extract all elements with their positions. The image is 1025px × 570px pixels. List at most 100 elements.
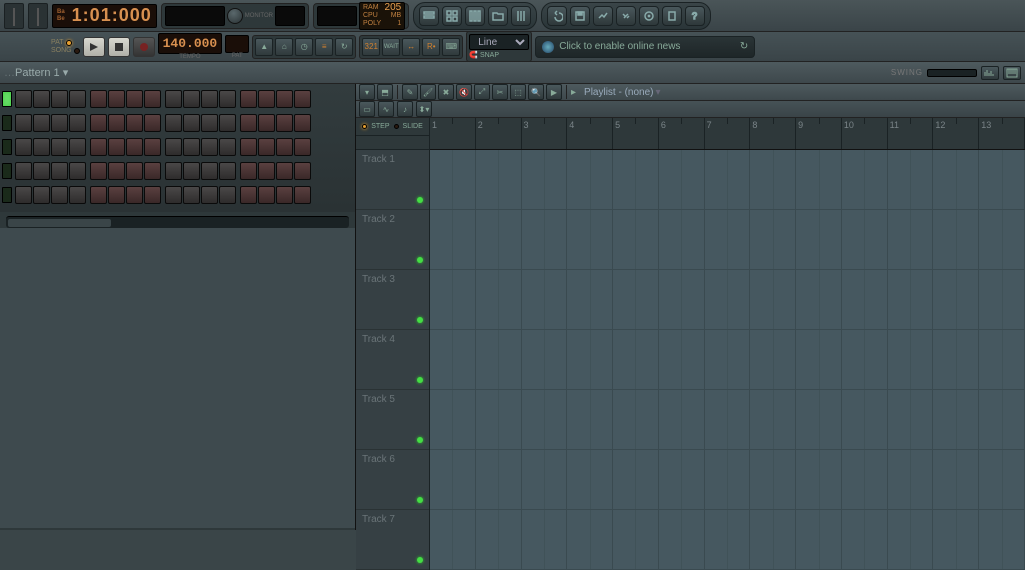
step-button[interactable] — [69, 138, 86, 156]
step-button[interactable] — [294, 114, 311, 132]
bar-marker[interactable]: 2 — [476, 118, 522, 149]
draw-tool[interactable]: ✎ — [402, 84, 418, 100]
bar-marker[interactable]: 13 — [979, 118, 1025, 149]
delete-tool[interactable]: ✖ — [438, 84, 454, 100]
bar-marker[interactable]: 6 — [659, 118, 705, 149]
slip-tool[interactable]: ⤢ — [474, 84, 490, 100]
track-header[interactable]: Track 3 — [356, 270, 429, 330]
step-button[interactable] — [126, 186, 143, 204]
track-header[interactable]: Track 6 — [356, 450, 429, 510]
seq-scrollbar[interactable] — [6, 216, 349, 228]
step-button[interactable] — [183, 162, 200, 180]
wait-button[interactable]: WAIT — [382, 38, 400, 56]
swing-slider[interactable] — [927, 69, 977, 77]
blend-button[interactable]: ≡ — [315, 38, 333, 56]
countdown-button[interactable]: ◷ — [295, 38, 313, 56]
step-button[interactable] — [144, 90, 161, 108]
step-button[interactable] — [33, 138, 50, 156]
playlist-grid[interactable]: 12345678910111213 — [430, 118, 1025, 570]
step-button[interactable] — [108, 186, 125, 204]
step-button[interactable] — [165, 186, 182, 204]
step-button[interactable] — [201, 114, 218, 132]
typing-kb-button[interactable]: ⌨ — [442, 38, 460, 56]
step-button[interactable] — [258, 90, 275, 108]
track-lane[interactable] — [430, 210, 1025, 270]
track-mute-led[interactable] — [417, 317, 423, 323]
render-button[interactable] — [593, 6, 613, 26]
step-button[interactable] — [90, 138, 107, 156]
channel-led[interactable] — [2, 91, 12, 107]
step-button[interactable] — [15, 186, 32, 204]
step-button[interactable] — [126, 162, 143, 180]
step-button[interactable] — [240, 162, 257, 180]
keyboard-editor-button[interactable] — [1003, 66, 1021, 80]
step-button[interactable] — [51, 162, 68, 180]
step-button[interactable] — [90, 90, 107, 108]
snap-select[interactable]: Line — [469, 34, 529, 50]
track-mute-led[interactable] — [417, 437, 423, 443]
step-button[interactable] — [183, 114, 200, 132]
project-button[interactable] — [662, 6, 682, 26]
bar-marker[interactable]: 7 — [705, 118, 751, 149]
track-mute-led[interactable] — [417, 257, 423, 263]
bar-marker[interactable]: 11 — [888, 118, 934, 149]
step-button[interactable] — [90, 114, 107, 132]
time-display[interactable]: Ba Be 1:01:000 — [52, 4, 157, 28]
pattern-name[interactable]: …Pattern 1 ▾ — [4, 66, 68, 79]
track-lane[interactable] — [430, 150, 1025, 210]
step-button[interactable] — [51, 114, 68, 132]
auto-scroll-button[interactable]: ↔ — [402, 38, 420, 56]
step-button[interactable] — [69, 90, 86, 108]
oscilloscope[interactable] — [165, 6, 225, 26]
track-header[interactable]: Track 1 — [356, 150, 429, 210]
track-lane[interactable] — [430, 450, 1025, 510]
step-button[interactable] — [144, 162, 161, 180]
settings-button[interactable] — [616, 6, 636, 26]
step-button[interactable] — [219, 162, 236, 180]
step-button[interactable] — [33, 186, 50, 204]
step-button[interactable] — [33, 114, 50, 132]
step-button[interactable] — [126, 138, 143, 156]
step-button[interactable] — [201, 90, 218, 108]
track-header[interactable]: Track 2 — [356, 210, 429, 270]
undo-button[interactable] — [547, 6, 567, 26]
step-button[interactable] — [240, 138, 257, 156]
step-button[interactable] — [33, 162, 50, 180]
step-button[interactable] — [165, 138, 182, 156]
step-button[interactable] — [219, 90, 236, 108]
step-button[interactable] — [276, 162, 293, 180]
stop-button[interactable] — [108, 37, 130, 57]
rec-automation-button[interactable]: R• — [422, 38, 440, 56]
step-button[interactable] — [258, 138, 275, 156]
track-mute-led[interactable] — [417, 497, 423, 503]
play-button[interactable] — [83, 37, 105, 57]
select-tool[interactable]: ⬚ — [510, 84, 526, 100]
wait-input-button[interactable]: ⌂ — [275, 38, 293, 56]
playlist-button[interactable] — [419, 6, 439, 26]
step-button[interactable] — [126, 90, 143, 108]
track-header[interactable]: Track 7 — [356, 510, 429, 570]
help-button[interactable]: ? — [685, 6, 705, 26]
step-button[interactable] — [276, 138, 293, 156]
step-button[interactable] — [294, 138, 311, 156]
step-button[interactable] — [15, 138, 32, 156]
step-button[interactable] — [108, 138, 125, 156]
step-button[interactable] — [201, 138, 218, 156]
step-button[interactable] — [90, 186, 107, 204]
pat-song-switch[interactable]: PAT SONG — [51, 39, 80, 54]
step-button[interactable] — [240, 186, 257, 204]
peak-meter[interactable] — [275, 6, 305, 26]
save-button[interactable] — [570, 6, 590, 26]
track-lane[interactable] — [430, 390, 1025, 450]
step-button[interactable] — [126, 114, 143, 132]
bar-marker[interactable]: 4 — [567, 118, 613, 149]
step-button[interactable] — [144, 186, 161, 204]
slice-tool[interactable]: ✂ — [492, 84, 508, 100]
mute-tool[interactable]: 🔇 — [456, 84, 472, 100]
step-button[interactable] — [183, 186, 200, 204]
step-button[interactable] — [15, 90, 32, 108]
track-lane[interactable] — [430, 510, 1025, 570]
timeline-ruler[interactable]: 12345678910111213 — [430, 118, 1025, 150]
step-button[interactable] — [183, 138, 200, 156]
pl-note-menu[interactable]: ♪ — [397, 101, 413, 117]
